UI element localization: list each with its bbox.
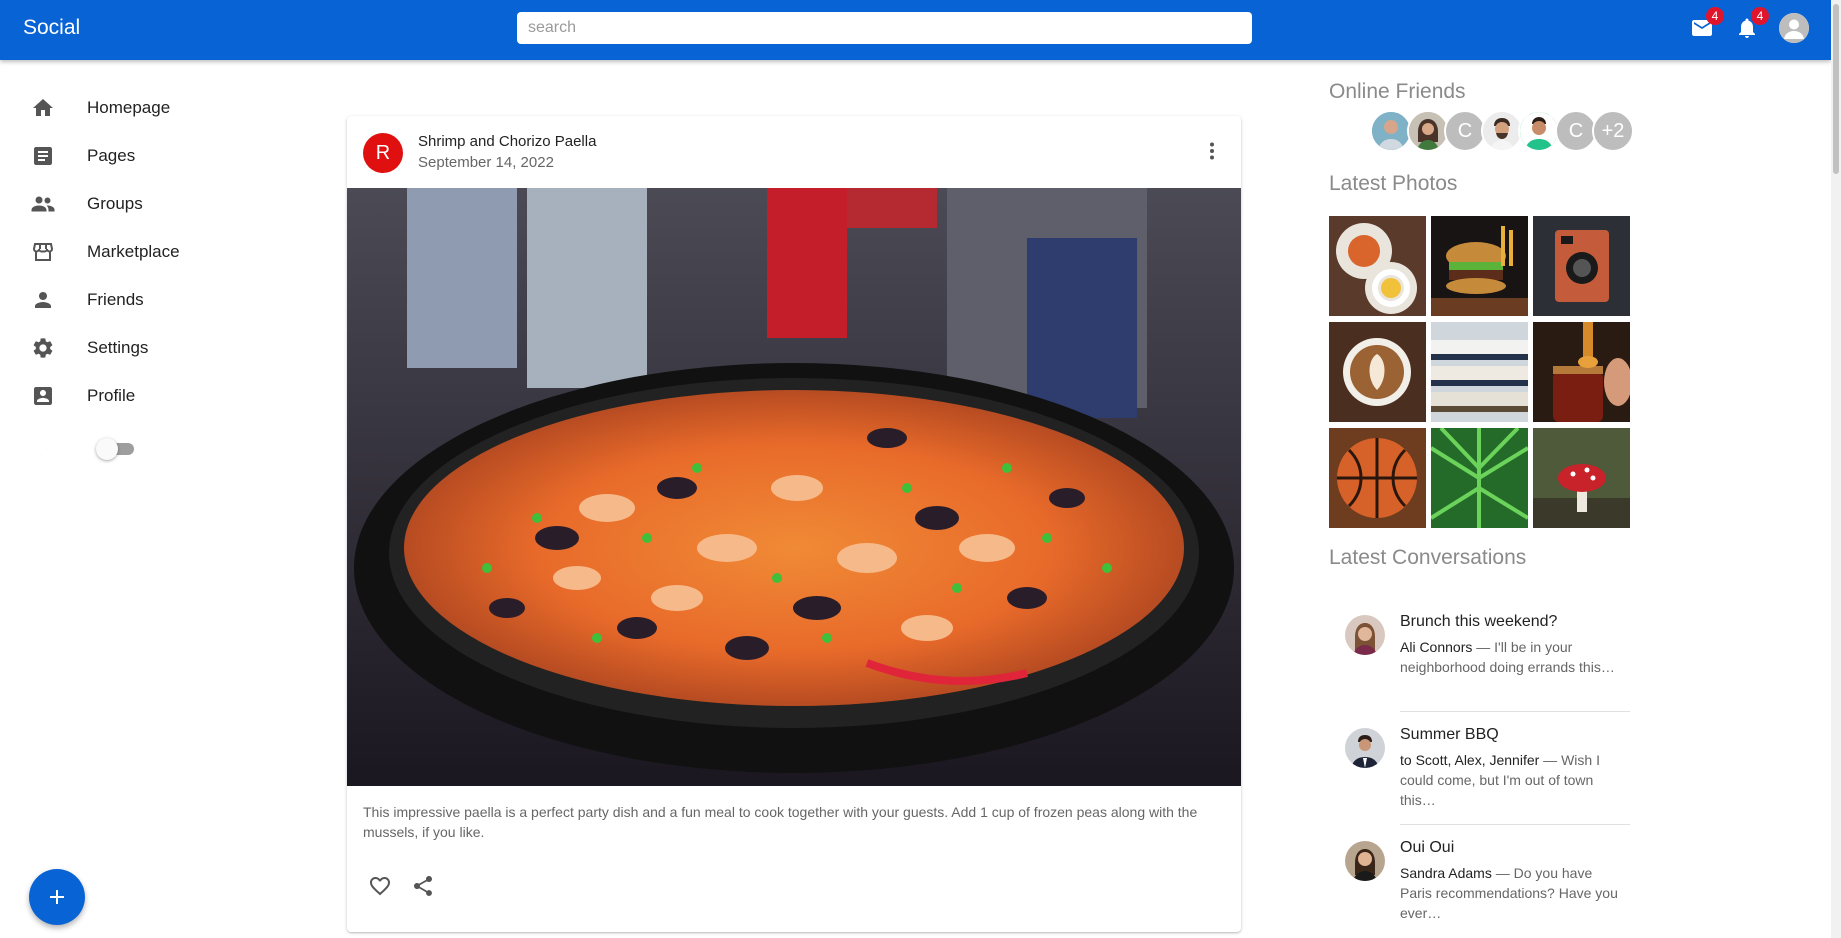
online-friends-title: Online Friends [1329,80,1466,103]
photo-red-mushroom[interactable] [1533,428,1630,528]
conversation-participants: Ali Connors [1400,639,1473,655]
mail-button[interactable]: 4 [1688,7,1724,42]
friend-avatar[interactable] [1370,110,1412,152]
account-icon [1779,13,1809,43]
photo-breakfast-plates[interactable] [1329,216,1426,316]
photo-green-fern[interactable] [1431,428,1528,528]
sidebar-item-groups[interactable]: Groups [0,180,280,228]
sidebar-item-profile[interactable]: Profile [0,372,280,420]
conversation-divider [1400,711,1630,712]
storefront-icon [29,238,57,266]
app-bar: Social 4 4 [0,0,1831,60]
post-image [347,188,1241,786]
conversation-item[interactable]: Oui Oui Sandra Adams — Do you have Paris… [1329,839,1630,937]
groups-icon [29,190,57,218]
friend-avatar[interactable]: C [1555,110,1597,152]
gear-icon [29,334,57,362]
post-menu-button[interactable] [1197,136,1227,166]
photo-honey-jar[interactable] [1533,322,1630,422]
more-friends-count[interactable]: +2 [1592,110,1634,152]
app-title[interactable]: Social [23,16,80,40]
conversation-title: Brunch this weekend? [1400,613,1558,630]
photo-burger-and-fries[interactable] [1431,216,1528,316]
latest-conversations-title: Latest Conversations [1329,546,1527,569]
post-card: R Shrimp and Chorizo Paella September 14… [347,116,1241,932]
latest-photos-title: Latest Photos [1329,172,1458,195]
conversation-divider [1400,824,1630,825]
sidebar-item-label: Profile [87,386,136,405]
conversation-participants: to Scott, Alex, Jennifer [1400,752,1540,768]
conversation-item[interactable]: Summer BBQ to Scott, Alex, Jennifer — Wi… [1329,726,1630,824]
conversation-item[interactable]: Brunch this weekend? Ali Connors — I'll … [1329,613,1630,711]
friend-avatar[interactable] [1481,110,1523,152]
heart-outline-icon [370,877,390,896]
conversation-avatar [1345,728,1385,768]
conversation-title: Oui Oui [1400,839,1455,856]
photo-latte-art[interactable] [1329,322,1426,422]
sidebar-item-label: Friends [87,290,144,309]
post-date: September 14, 2022 [418,154,554,171]
sidebar-item-homepage[interactable]: Homepage [0,84,280,132]
dark-mode-row [0,420,280,476]
sidebar-item-label: Pages [87,146,136,165]
conversation-snippet: Sandra Adams — Do you have Paris recomme… [1400,863,1620,923]
notifications-badge: 4 [1751,7,1769,25]
photo-vintage-camera[interactable] [1533,216,1630,316]
share-icon [414,876,432,896]
share-button[interactable] [405,868,441,904]
conversation-title: Summer BBQ [1400,726,1499,743]
sidebar-item-marketplace[interactable]: Marketplace [0,228,280,276]
sidebar-item-label: Settings [87,338,149,357]
friend-avatar[interactable] [1407,110,1449,152]
home-icon [29,94,57,122]
sidebar-item-settings[interactable]: Settings [0,324,280,372]
account-button[interactable] [1779,13,1809,43]
conversation-avatar [1345,615,1385,655]
like-button[interactable] [362,868,398,904]
conversation-avatar [1345,841,1385,881]
page-scrollbar-thumb[interactable] [1833,4,1839,174]
mail-badge: 4 [1706,7,1724,25]
article-icon [29,142,57,170]
person-icon [29,286,57,314]
sidebar-item-friends[interactable]: Friends [0,276,280,324]
photo-basketball[interactable] [1329,428,1426,528]
plus-icon [50,890,64,904]
conversation-participants: Sandra Adams [1400,865,1492,881]
sidebar-item-label: Groups [87,194,143,213]
moon-icon [30,435,54,464]
account-box-icon [29,382,57,410]
sidebar-item-pages[interactable]: Pages [0,132,280,180]
sidebar-item-label: Marketplace [87,242,180,261]
conversation-snippet: Ali Connors — I'll be in your neighborho… [1400,637,1620,677]
add-post-button[interactable] [29,869,85,925]
friend-avatar[interactable]: C [1444,110,1486,152]
post-body: This impressive paella is a perfect part… [363,804,1198,840]
search-input[interactable] [517,12,1252,44]
post-avatar: R [363,133,403,173]
sidebar-item-label: Homepage [87,98,171,117]
dark-mode-switch[interactable] [96,438,118,460]
photo-stacked-hats[interactable] [1431,322,1528,422]
friend-avatar[interactable] [1518,110,1560,152]
notifications-button[interactable]: 4 [1733,7,1769,42]
conversation-snippet: to Scott, Alex, Jennifer — Wish I could … [1400,750,1620,810]
sidebar: Homepage Pages Groups Marketplace Friend… [0,84,280,476]
post-title: Shrimp and Chorizo Paella [418,133,597,150]
more-vert-icon [1210,142,1214,160]
